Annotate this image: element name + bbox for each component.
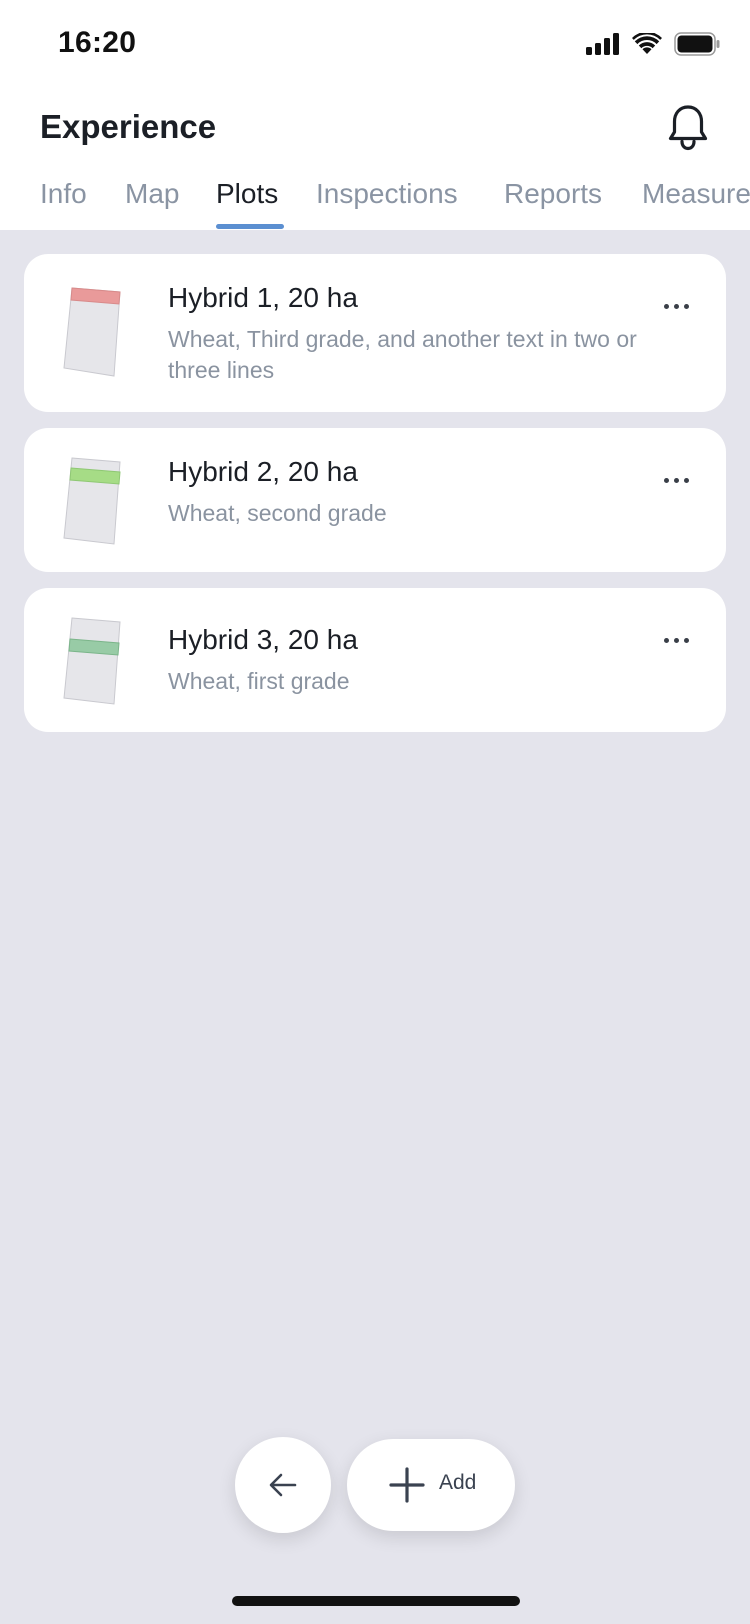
plot-subtitle: Wheat, Third grade, and another text in … (168, 326, 637, 383)
notifications-button[interactable] (664, 100, 712, 154)
tab-plots[interactable]: Plots (216, 178, 278, 210)
more-options-button[interactable] (656, 294, 696, 318)
screen: 16:20 Experience Info Map Plots Inspecti… (0, 0, 750, 1624)
plot-thumbnail (63, 617, 121, 705)
plot-card-3[interactable]: Hybrid 3, 20 ha Wheat, first grade (24, 588, 726, 732)
bell-icon (668, 105, 708, 151)
tab-map[interactable]: Map (125, 178, 179, 210)
add-button[interactable]: Add (347, 1439, 515, 1531)
tab-info[interactable]: Info (40, 178, 87, 210)
signal-icon (586, 33, 619, 55)
add-button-label: Add (439, 1471, 477, 1494)
tab-inspections[interactable]: Inspections (316, 178, 458, 210)
plot-title: Hybrid 2, 20 ha (168, 456, 358, 487)
status-time: 16:20 (58, 26, 137, 59)
tab-measure[interactable]: Measure (642, 178, 750, 210)
plot-thumbnail (63, 287, 121, 377)
back-button[interactable] (235, 1437, 331, 1533)
page-title: Experience (40, 108, 217, 145)
battery-icon (674, 32, 720, 56)
status-bar: 16:20 (0, 0, 750, 92)
tab-reports[interactable]: Reports (504, 178, 602, 210)
home-indicator (232, 1596, 520, 1606)
plus-icon (389, 1467, 425, 1503)
plot-title: Hybrid 3, 20 ha (168, 624, 358, 655)
plot-thumbnail (63, 457, 121, 545)
status-icons (586, 32, 720, 56)
arrow-left-icon (269, 1473, 297, 1497)
plot-card-2[interactable]: Hybrid 2, 20 ha Wheat, second grade (24, 428, 726, 572)
active-tab-indicator (216, 224, 284, 229)
wifi-icon (632, 33, 662, 54)
plot-card-1[interactable]: Hybrid 1, 20 ha Wheat, Third grade, and … (24, 254, 726, 412)
tab-bar: Info Map Plots Inspections Reports Measu… (0, 172, 750, 230)
more-options-button[interactable] (656, 628, 696, 652)
plot-subtitle: Wheat, second grade (168, 500, 387, 526)
more-options-button[interactable] (656, 468, 696, 492)
plot-subtitle: Wheat, first grade (168, 668, 350, 694)
header: 16:20 Experience Info Map Plots Inspecti… (0, 0, 750, 230)
plot-title: Hybrid 1, 20 ha (168, 282, 358, 313)
title-row: Experience (0, 100, 750, 160)
